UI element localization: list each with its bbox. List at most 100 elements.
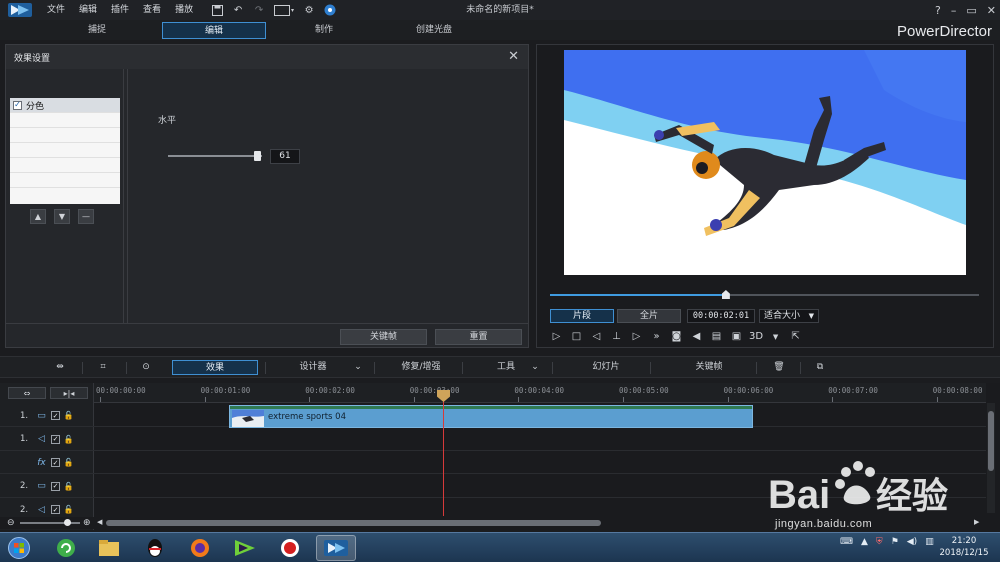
settings-gear-icon[interactable]: ⚙ <box>302 3 316 17</box>
fix-enhance-button[interactable]: 修复/增强 <box>392 360 450 375</box>
timeline-view-toggle-icon[interactable]: ⇔ <box>8 387 46 399</box>
tab-capture[interactable]: 捕捉 <box>55 22 139 39</box>
effect-button[interactable]: 效果 <box>172 360 258 375</box>
keyframe-button[interactable]: 关键帧 <box>340 329 427 345</box>
preview-scrub-track[interactable] <box>550 294 979 296</box>
trash-icon[interactable]: 🗑 <box>771 360 787 375</box>
track-lock-icon[interactable]: 🔓 <box>64 458 74 468</box>
split-icon[interactable]: ⇹ <box>50 360 70 375</box>
menu-plugins[interactable]: 插件 <box>104 0 136 20</box>
fit-timeline-icon[interactable]: ▸|◂ <box>50 387 88 399</box>
track-lock-icon[interactable]: 🔓 <box>64 411 74 421</box>
previous-frame-icon[interactable]: ◁ <box>589 329 604 344</box>
track-row[interactable]: fx ✓ 🔓 <box>0 451 986 474</box>
track-enable-checkbox[interactable]: ✓ <box>51 458 60 467</box>
help-button[interactable]: ? <box>935 4 941 17</box>
save-icon[interactable] <box>210 3 224 17</box>
movie-mode-button[interactable]: 全片 <box>617 309 681 323</box>
level-slider-thumb[interactable] <box>253 151 261 161</box>
timeline-zoom-thumb[interactable] <box>64 519 71 526</box>
undock-preview-icon[interactable]: ⇱ <box>788 329 803 344</box>
chevron-down-icon[interactable]: ▼ <box>768 329 783 344</box>
keyboard-icon[interactable]: ⌨ <box>840 537 853 547</box>
next-frame-icon[interactable]: ▷ <box>629 329 644 344</box>
undo-icon[interactable]: ↶ <box>231 3 245 17</box>
track-lock-icon[interactable]: 🔓 <box>64 481 74 491</box>
time-ruler[interactable]: 00:00:00:00 00:00:01:00 00:00:02:00 00:00:0… <box>94 383 986 403</box>
tools-button[interactable]: 工具 <box>488 360 524 375</box>
fast-forward-icon[interactable]: » <box>649 329 664 344</box>
slideshow-button[interactable]: 幻灯片 <box>582 360 630 375</box>
chevron-down-icon[interactable]: ⌄ <box>351 360 365 375</box>
zoom-out-icon[interactable]: ⊖ <box>7 518 15 528</box>
track-enable-checkbox[interactable]: ✓ <box>51 434 60 444</box>
minimize-icon[interactable]: – <box>951 4 957 17</box>
menu-playback[interactable]: 播放 <box>168 0 200 20</box>
tab-edit[interactable]: 编辑 <box>162 22 266 39</box>
network-icon[interactable]: ▥ <box>925 537 934 547</box>
snapshot-marker-icon[interactable]: ⊥ <box>609 329 624 344</box>
taskbar-app-explorer[interactable] <box>89 535 129 561</box>
library-icon[interactable]: ⧉ <box>812 360 828 375</box>
3d-toggle[interactable]: 3D <box>749 331 763 342</box>
designer-button[interactable]: 设计器 <box>290 360 336 375</box>
level-value-field[interactable]: 61 <box>270 149 300 164</box>
level-slider-track[interactable] <box>168 155 262 157</box>
remove-effect-icon[interactable]: — <box>78 209 94 224</box>
play-icon[interactable]: ▷ <box>549 329 564 344</box>
vertical-scroll-thumb[interactable] <box>988 411 994 471</box>
stop-icon[interactable]: □ <box>569 329 584 344</box>
close-icon[interactable]: ✕ <box>508 49 519 64</box>
horizontal-scroll-thumb[interactable] <box>106 520 601 526</box>
scroll-right-icon[interactable]: ▶ <box>974 518 979 526</box>
track-lock-icon[interactable]: 🔓 <box>64 505 74 515</box>
playhead-line[interactable] <box>443 391 444 516</box>
timeline-vertical-scrollbar[interactable] <box>987 403 995 513</box>
track-enable-checkbox[interactable]: ✓ <box>51 505 60 514</box>
taskbar-app-qq[interactable] <box>135 535 175 561</box>
maximize-icon[interactable]: ▭ <box>966 4 976 17</box>
zoom-in-icon[interactable]: ⊕ <box>83 518 91 528</box>
redo-icon[interactable]: ↷ <box>252 3 266 17</box>
menu-view[interactable]: 查看 <box>136 0 168 20</box>
keyframe-toolbar-button[interactable]: 关键帧 <box>686 360 732 375</box>
video-clip[interactable]: extreme sports 04 <box>229 405 753 428</box>
flag-icon[interactable]: ⚑ <box>891 537 899 547</box>
move-down-icon[interactable]: ▼ <box>54 209 70 224</box>
aspect-ratio-icon[interactable] <box>273 3 295 17</box>
tab-create-disc[interactable]: 创建光盘 <box>392 22 476 39</box>
effect-list-item[interactable]: ✓ 分色 <box>10 98 120 113</box>
track-lock-icon[interactable]: 🔓 <box>64 434 74 444</box>
taskbar-app-powerdirector[interactable] <box>316 535 356 561</box>
crop-icon[interactable]: ⌗ <box>93 360 113 375</box>
menu-edit[interactable]: 编辑 <box>72 0 104 20</box>
close-window-icon[interactable]: ✕ <box>987 4 996 17</box>
notification-icon[interactable] <box>323 3 337 17</box>
effect-enable-checkbox[interactable]: ✓ <box>13 100 22 110</box>
move-up-icon[interactable]: ▲ <box>30 209 46 224</box>
subtitle-icon[interactable]: ▤ <box>709 329 724 344</box>
security-icon[interactable]: ⛨ <box>876 537 883 547</box>
track-enable-checkbox[interactable]: ✓ <box>51 481 60 491</box>
volume-tray-icon[interactable]: ◀) <box>907 537 917 547</box>
start-button[interactable] <box>4 535 34 561</box>
display-mode-icon[interactable]: ▣ <box>729 329 744 344</box>
fit-size-select[interactable]: 适合大小 ▼ <box>759 309 819 323</box>
volume-icon[interactable]: ◀ <box>689 329 704 344</box>
tab-produce[interactable]: 制作 <box>282 22 366 39</box>
preview-scrub-thumb[interactable] <box>721 290 730 299</box>
preview-timecode[interactable]: 00:00:02:01 <box>687 309 755 323</box>
camera-snapshot-icon[interactable]: ◙ <box>669 329 684 344</box>
reset-button[interactable]: 重置 <box>435 329 522 345</box>
track-enable-checkbox[interactable]: ✓ <box>51 411 60 420</box>
chevron-down-icon[interactable]: ⌄ <box>528 360 542 375</box>
taskbar-app-player[interactable] <box>225 535 265 561</box>
timeline-zoom-slider[interactable] <box>20 522 80 524</box>
system-clock[interactable]: 21:20 2018/12/15 <box>934 535 994 559</box>
clip-mode-button[interactable]: 片段 <box>550 309 614 323</box>
taskbar-app-recorder[interactable] <box>270 535 310 561</box>
track-row[interactable]: 1. ◁ ✓ 🔓 <box>0 428 986 451</box>
taskbar-app-firefox[interactable] <box>180 535 220 561</box>
preview-video-frame[interactable] <box>564 50 966 275</box>
tray-expand-icon[interactable]: ▲ <box>861 537 868 547</box>
